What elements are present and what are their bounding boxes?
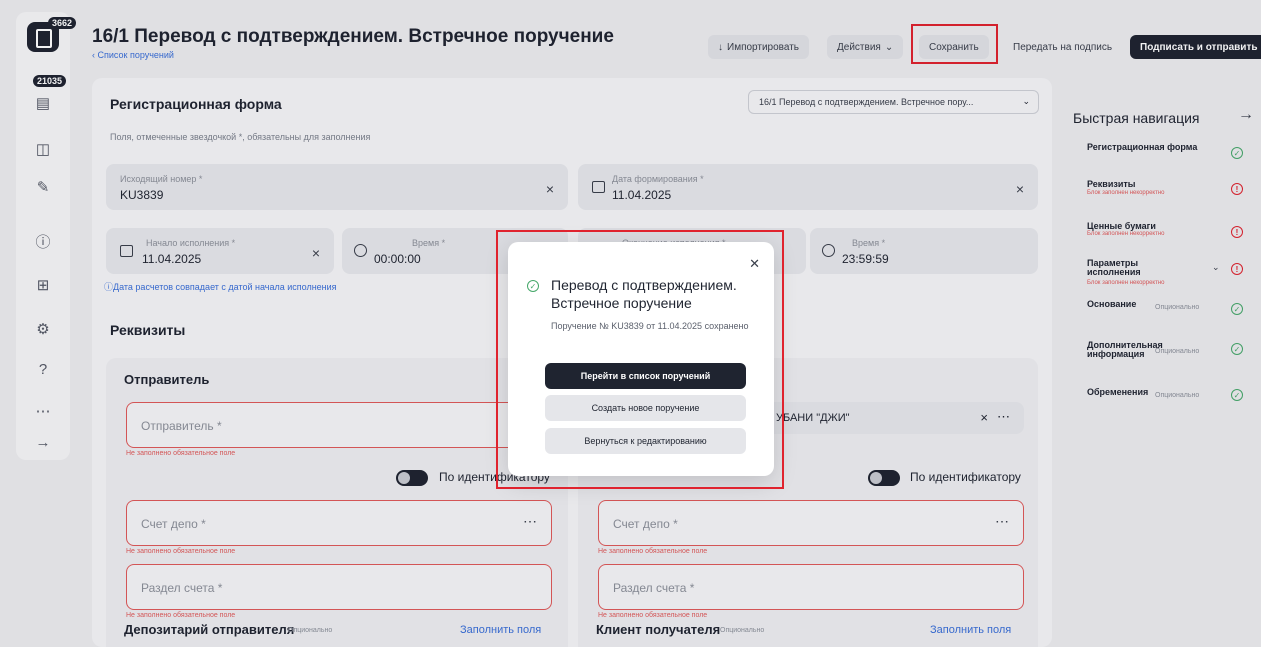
close-icon[interactable]: ✕ [749,256,760,272]
back-to-edit-button[interactable]: Вернуться к редактированию [545,428,746,454]
modal-title: Перевод с подтверждением. Встречное пору… [551,277,737,311]
check-circle-icon: ✓ [527,280,539,292]
modal-text: Поручение № KU3839 от 11.04.2025 сохране… [551,321,749,331]
create-new-button[interactable]: Создать новое поручение [545,395,746,421]
go-to-list-button[interactable]: Перейти в список поручений [545,363,746,389]
success-modal: ✕ ✓ Перевод с подтверждением. Встречное … [508,242,774,476]
